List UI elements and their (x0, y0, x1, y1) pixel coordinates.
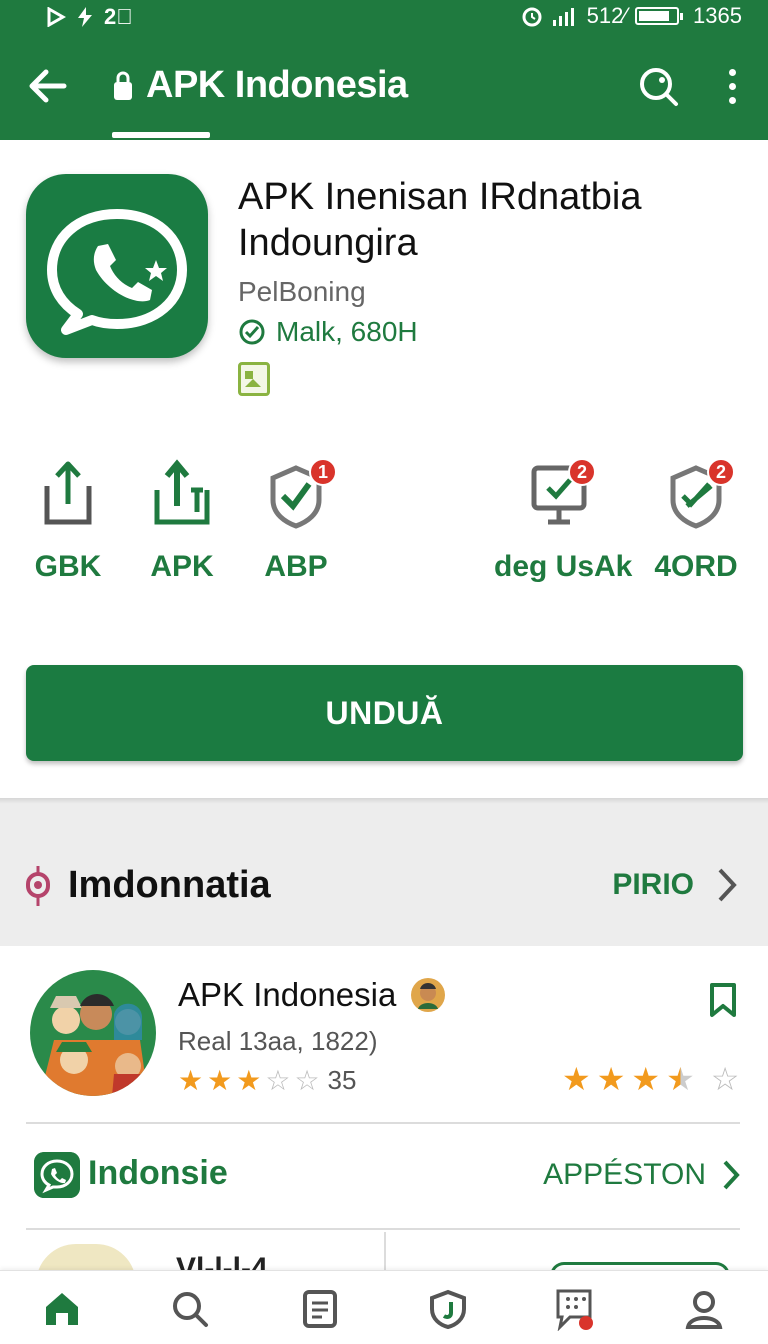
list-divider (26, 1122, 740, 1124)
star-empty-icon: ☆ (265, 1065, 291, 1096)
bookmark-button[interactable] (708, 982, 738, 1018)
chat-phone-icon (47, 209, 187, 335)
play-icon (47, 7, 66, 27)
avatar-badge-icon (411, 978, 446, 1012)
action-deg-usak[interactable]: 2 deg UsAk (494, 456, 633, 586)
nav-home[interactable] (38, 1285, 86, 1333)
section-more-link[interactable]: PIRIO (612, 866, 738, 904)
flash-icon (78, 7, 92, 27)
action-4ord[interactable]: 2 4ORD (636, 456, 756, 586)
apps-icon (556, 1289, 593, 1331)
row2-link-label: APPÉSTON (543, 1158, 706, 1191)
back-button[interactable] (24, 62, 72, 110)
pin-icon (26, 866, 50, 906)
row2-title[interactable]: Indonsie (88, 1154, 228, 1193)
notification-badge: 1 (309, 458, 337, 486)
star-filled-icon: ★ (596, 1061, 626, 1097)
battery-icon (635, 7, 684, 25)
app-title-tab[interactable]: APK Indonesia (112, 64, 408, 107)
search-button[interactable] (636, 64, 680, 108)
status-bar: 2⃞ 512⁄ 1365 (0, 0, 768, 34)
profile-icon (685, 1291, 723, 1329)
upload-icon (154, 459, 210, 525)
download-button[interactable]: UNDUĂ (26, 665, 743, 761)
app-title: APK Indonesia (146, 64, 408, 106)
bookmark-icon (710, 983, 736, 1017)
rating-count: 35 (327, 1065, 357, 1095)
lock-icon (114, 71, 132, 100)
action-apk[interactable]: APK (122, 456, 242, 586)
star-filled-icon: ★ (207, 1065, 233, 1096)
section-title: Imdonnatia (68, 864, 271, 906)
signal-icon (552, 8, 574, 26)
action-label: APK (150, 550, 214, 583)
more-dot-icon (728, 96, 736, 104)
home-icon (46, 1293, 78, 1325)
arrow-left-icon (29, 69, 67, 103)
app-bar: APK Indonesia (0, 40, 768, 140)
action-abp[interactable]: 1 ABP (236, 456, 356, 586)
peek-card-title: Vl-l-l-4 (176, 1252, 268, 1270)
chevron-right-icon (723, 1160, 740, 1190)
notification-badge: 2 (568, 458, 596, 486)
alarm-icon (522, 7, 542, 27)
document-icon (303, 1290, 337, 1328)
star-filled-icon: ★ (178, 1065, 204, 1096)
item-rating-left: ★ ★ ★ ☆ ☆ 35 (178, 1064, 356, 1097)
bottom-navigation (0, 1270, 768, 1344)
search-icon (173, 1292, 208, 1327)
app-meta: Malk, 680H (238, 316, 418, 348)
chat-app-icon (34, 1152, 80, 1198)
search-icon (640, 68, 678, 106)
content-rating-icon (238, 362, 270, 396)
star-filled-icon: ★ (631, 1061, 661, 1097)
nav-search[interactable] (166, 1285, 214, 1333)
share-icon (44, 461, 92, 525)
item-title: APK Indonesia (178, 976, 397, 1013)
star-filled-icon: ★ (236, 1065, 262, 1096)
app-meta-text: Malk, 680H (276, 316, 418, 347)
verified-icon (239, 319, 265, 345)
tab-indicator (112, 132, 210, 138)
action-label: GBK (34, 550, 102, 583)
item-avatar[interactable] (30, 970, 156, 1096)
action-label: 4ORD (654, 550, 738, 583)
nav-profile[interactable] (680, 1285, 728, 1333)
list-divider (26, 1228, 740, 1230)
status-left-text: 2⃞ (104, 4, 133, 29)
nav-protect[interactable] (424, 1285, 472, 1333)
star-half-icon: ★ (666, 1061, 695, 1097)
action-gbk[interactable]: GBK (8, 456, 128, 586)
more-options-button[interactable] (714, 64, 750, 108)
more-dot-icon (728, 68, 736, 76)
star-empty-icon: ☆ (710, 1061, 740, 1097)
signal-text: 512⁄ (586, 3, 628, 28)
star-filled-icon: ★ (562, 1061, 591, 1097)
top-app-bar: 2⃞ 512⁄ 1365 APK Indonesia (0, 0, 768, 140)
notification-badge: 2 (707, 458, 735, 486)
people-illustration-icon (40, 994, 148, 1096)
section-link-label: PIRIO (612, 868, 694, 901)
item-subtitle: Real 13aa, 1822) (178, 1026, 378, 1056)
action-label: ABP (264, 550, 328, 583)
chevron-right-icon (718, 868, 737, 902)
shield-icon (430, 1289, 466, 1329)
item-rating-right: ★ ★ ★ ★ ☆ (562, 1060, 739, 1098)
app-icon (26, 174, 208, 358)
app-name: APK Inenisan IRdnatbia Indoungira (238, 176, 642, 264)
app-developer[interactable]: PelBoning (238, 276, 366, 308)
more-dot-icon (728, 82, 736, 90)
action-label: deg UsAk (494, 550, 633, 583)
row2-more-link[interactable]: APPÉSTON (543, 1158, 740, 1192)
item-title-row[interactable]: APK Indonesia (178, 976, 446, 1014)
nav-apps[interactable] (550, 1285, 598, 1333)
clock: 1365 (693, 3, 742, 28)
nav-documents[interactable] (296, 1285, 344, 1333)
star-empty-icon: ☆ (294, 1065, 320, 1096)
